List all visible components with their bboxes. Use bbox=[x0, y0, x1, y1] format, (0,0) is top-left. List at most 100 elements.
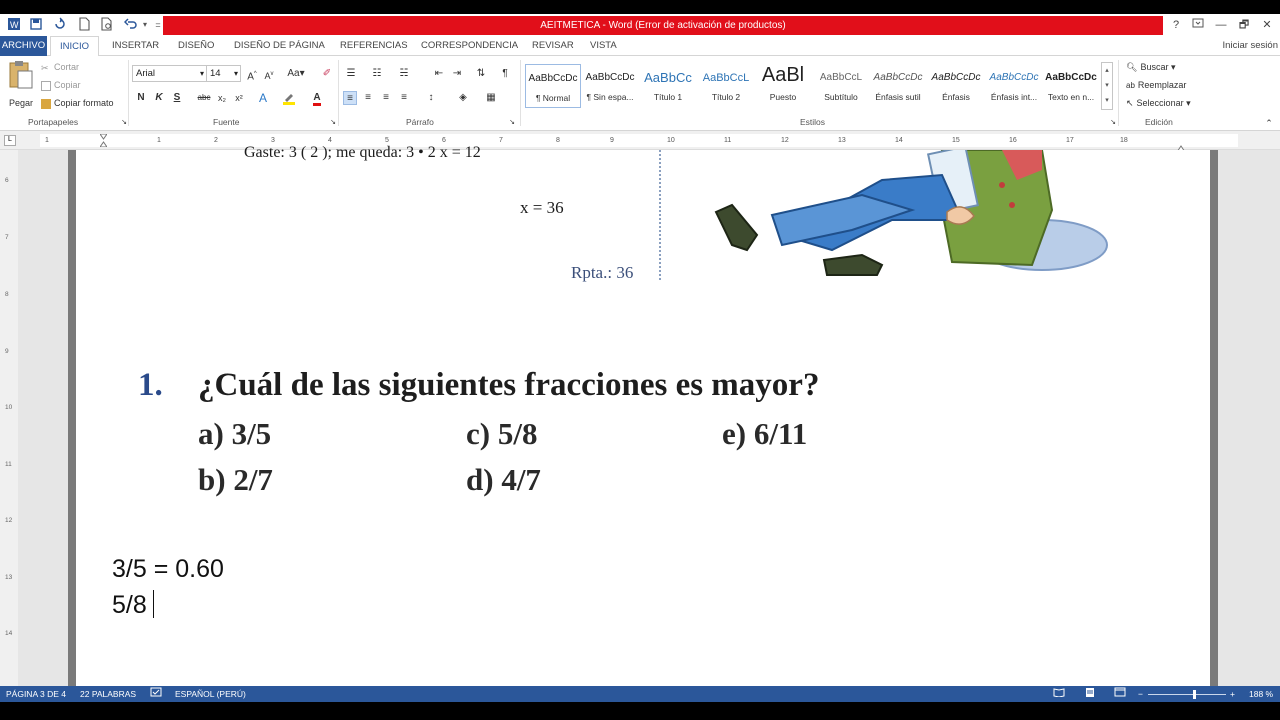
ruler-number: 14 bbox=[895, 137, 903, 144]
zoom-out-button[interactable]: − bbox=[1138, 686, 1143, 702]
close-button[interactable]: ✕ bbox=[1257, 17, 1277, 33]
copy-button[interactable]: Copiar bbox=[41, 80, 81, 91]
find-label: Buscar bbox=[1140, 62, 1169, 72]
tab-referencias[interactable]: REFERENCIAS bbox=[340, 36, 408, 56]
bullets-icon[interactable]: ☰ bbox=[344, 67, 358, 81]
zoom-slider-thumb[interactable] bbox=[1193, 690, 1196, 699]
style-subtitulo[interactable]: AaBbCcL Subtítulo bbox=[813, 64, 869, 108]
text-cursor bbox=[152, 590, 154, 618]
underline-button[interactable]: S bbox=[170, 91, 184, 105]
numbering-icon[interactable]: ☷ bbox=[370, 67, 384, 81]
format-painter-button[interactable]: Copiar formato bbox=[41, 98, 114, 109]
word-count[interactable]: 22 PALABRAS bbox=[80, 686, 136, 702]
bottom-border bbox=[0, 702, 1280, 720]
tab-diseno-pagina[interactable]: DISEÑO DE PÁGINA bbox=[234, 36, 325, 56]
language[interactable]: ESPAÑOL (PERÚ) bbox=[175, 686, 246, 702]
tab-correspondencia[interactable]: CORRESPONDENCIA bbox=[421, 36, 518, 56]
ruler-number: 14 bbox=[5, 630, 13, 637]
style-puesto[interactable]: AaBl Puesto bbox=[755, 64, 811, 108]
shrink-font-icon[interactable]: Av bbox=[262, 67, 276, 81]
zoom-level[interactable]: 188 % bbox=[1249, 686, 1273, 702]
increase-indent-icon[interactable]: ⇥ bbox=[450, 67, 464, 81]
style-texto-negrita[interactable]: AaBbCcDc Texto en n... bbox=[1043, 64, 1099, 108]
style-enfasis-sutil[interactable]: AaBbCcDc Énfasis sutil bbox=[870, 64, 926, 108]
subscript-button[interactable]: x₂ bbox=[215, 91, 229, 105]
align-right-icon[interactable]: ≡ bbox=[379, 91, 393, 105]
ribbon-display-icon[interactable] bbox=[1188, 17, 1208, 33]
highlight-color-icon[interactable] bbox=[282, 91, 296, 105]
proofing-icon[interactable] bbox=[150, 686, 162, 702]
document-page[interactable]: Gaste: 3 ( 2 ); me queda: 3 • 2 x = 12 x… bbox=[68, 144, 1218, 686]
help-button[interactable]: ? bbox=[1166, 17, 1186, 33]
find-button[interactable]: 🔍︎ Buscar ▾ bbox=[1126, 62, 1175, 73]
option-a: a) 3/5 bbox=[198, 416, 272, 451]
superscript-button[interactable]: x² bbox=[232, 91, 246, 105]
decrease-indent-icon[interactable]: ⇤ bbox=[432, 67, 446, 81]
signin-link[interactable]: Iniciar sesión bbox=[1223, 36, 1278, 56]
tab-revisar[interactable]: REVISAR bbox=[532, 36, 574, 56]
paragraph-launcher-icon[interactable]: ↘ bbox=[505, 116, 519, 130]
clear-formatting-icon[interactable]: ✐ bbox=[320, 67, 334, 81]
tab-vista[interactable]: VISTA bbox=[590, 36, 617, 56]
typed-line-2[interactable]: 5/8 bbox=[112, 590, 154, 620]
ruler-number: 13 bbox=[838, 137, 846, 144]
sort-icon[interactable]: ⇅ bbox=[474, 67, 488, 81]
text-effects-icon[interactable]: A bbox=[256, 91, 270, 105]
web-layout-icon[interactable] bbox=[1114, 686, 1126, 702]
tab-selector-icon[interactable]: L bbox=[4, 135, 16, 146]
strikethrough-button[interactable]: abc bbox=[195, 91, 213, 105]
repeat-icon[interactable] bbox=[52, 17, 68, 33]
font-family-value: Arial bbox=[136, 68, 156, 79]
typed-line-1[interactable]: 3/5 = 0.60 bbox=[112, 555, 224, 584]
styles-scroll[interactable]: ▴ ▾ ▾ bbox=[1101, 62, 1113, 110]
print-layout-icon[interactable] bbox=[1084, 686, 1096, 702]
line-spacing-icon[interactable]: ↕ bbox=[424, 91, 438, 105]
tab-insertar[interactable]: INSERTAR bbox=[112, 36, 159, 56]
borders-icon[interactable]: ▦ bbox=[484, 91, 498, 105]
style-enfasis[interactable]: AaBbCcDc Énfasis bbox=[928, 64, 984, 108]
grow-font-icon[interactable]: A^ bbox=[245, 67, 259, 82]
style-normal[interactable]: AaBbCcDc ¶ Normal bbox=[525, 64, 581, 108]
replace-button[interactable]: ab Reemplazar bbox=[1126, 80, 1186, 90]
new-document-icon[interactable] bbox=[76, 17, 92, 33]
page-count[interactable]: PÁGINA 3 DE 4 bbox=[6, 686, 66, 702]
font-color-icon[interactable]: A bbox=[310, 91, 324, 106]
minimize-button[interactable]: — bbox=[1211, 17, 1231, 33]
restore-button[interactable]: 🗗 bbox=[1234, 17, 1254, 33]
read-mode-icon[interactable] bbox=[1053, 686, 1065, 702]
select-button[interactable]: ↖ Seleccionar ▾ bbox=[1126, 98, 1191, 109]
tab-archivo[interactable]: ARCHIVO bbox=[0, 36, 47, 56]
align-left-icon[interactable]: ≡ bbox=[343, 91, 357, 105]
font-family-select[interactable]: Arial ▾ bbox=[132, 65, 207, 82]
bold-button[interactable]: N bbox=[134, 91, 148, 105]
save-icon[interactable] bbox=[28, 17, 44, 33]
tab-inicio[interactable]: INICIO bbox=[50, 36, 99, 57]
vertical-ruler[interactable]: 6 7 8 9 10 11 12 13 14 bbox=[0, 150, 18, 686]
print-preview-icon[interactable] bbox=[99, 17, 115, 33]
justify-icon[interactable]: ≡ bbox=[397, 91, 411, 105]
zoom-in-button[interactable]: + bbox=[1230, 686, 1235, 702]
align-center-icon[interactable]: ≡ bbox=[361, 91, 375, 105]
style-sin-espaciado[interactable]: AaBbCcDc ¶ Sin espa... bbox=[582, 64, 638, 108]
shading-icon[interactable]: ◈ bbox=[456, 91, 470, 105]
zoom-slider[interactable] bbox=[1148, 694, 1226, 695]
font-size-select[interactable]: 14 ▾ bbox=[206, 65, 241, 82]
style-titulo-1[interactable]: AaBbCc Título 1 bbox=[640, 64, 696, 108]
cut-button[interactable]: ✂ Cortar bbox=[41, 62, 79, 73]
clipboard-icon bbox=[9, 61, 33, 89]
horizontal-ruler[interactable]: L 1 1 2 3 4 5 6 7 8 9 10 11 12 13 14 15 … bbox=[0, 131, 1280, 153]
multilevel-list-icon[interactable]: ☵ bbox=[397, 67, 411, 81]
right-indent-marker-icon[interactable] bbox=[1176, 139, 1186, 153]
status-bar: PÁGINA 3 DE 4 22 PALABRAS ESPAÑOL (PERÚ)… bbox=[0, 686, 1280, 702]
show-marks-icon[interactable]: ¶ bbox=[498, 67, 512, 81]
style-titulo-2[interactable]: AaBbCcL Título 2 bbox=[698, 64, 754, 108]
tab-diseno[interactable]: DISEÑO bbox=[178, 36, 214, 56]
indent-marker-icon[interactable] bbox=[99, 133, 108, 148]
separator bbox=[1118, 60, 1119, 126]
change-case-icon[interactable]: Aa▾ bbox=[285, 67, 307, 81]
collapse-ribbon-icon[interactable]: ⌃ bbox=[1262, 116, 1276, 130]
paste-button[interactable]: Pegar bbox=[6, 60, 36, 112]
word-window: W ▾ = AEITMETICA - Word (Error de activa… bbox=[0, 0, 1280, 720]
italic-button[interactable]: K bbox=[152, 91, 166, 105]
style-enfasis-intenso[interactable]: AaBbCcDc Énfasis int... bbox=[986, 64, 1042, 108]
